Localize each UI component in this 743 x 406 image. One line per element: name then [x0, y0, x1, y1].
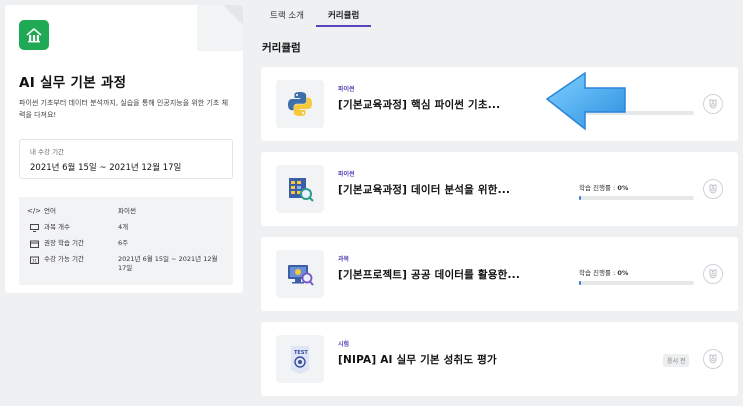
course-progress: 학습 진행률 : 0%: [579, 182, 694, 200]
progress-label: 학습 진행률 : 0%: [579, 184, 629, 192]
course-card[interactable]: TEST 시험 [NIPA] AI 실무 기본 성취도 평가 응시 전: [261, 322, 738, 396]
monitor-icon: [29, 223, 39, 232]
meta-row-recommended-period: 권장 학습 기간 6주: [29, 239, 223, 248]
calendar-week-icon: [29, 239, 39, 248]
course-category: 파이썬: [338, 171, 355, 178]
period-value: 2021년 6월 15일 ~ 2021년 12월 17일: [30, 163, 182, 173]
course-category: 과목: [338, 256, 350, 263]
course-description: 파이썬 기초부터 데이터 분석까지, 실습을 통해 인공지능을 위한 기초 체력…: [19, 99, 229, 119]
course-title[interactable]: [기본교육과정] 데이터 분석을 위한...: [338, 182, 510, 197]
course-card[interactable]: 파이썬 [기본교육과정] 핵심 파이썬 기초...: [261, 67, 738, 141]
svg-text:31: 31: [32, 258, 38, 263]
course-progress: 학습 진행률 : 0%: [579, 267, 694, 285]
medal-badge-icon: [703, 349, 723, 369]
progress-label: 학습 진행률 : 0%: [579, 269, 629, 277]
tab-track-intro[interactable]: 트랙 소개: [258, 0, 316, 27]
progress-bar: [579, 196, 694, 200]
section-title: 커리큘럼: [262, 42, 301, 54]
calendar-icon: 31: [29, 255, 39, 264]
medal-badge-icon: [703, 94, 723, 114]
period-label: 내 수강 기간: [30, 148, 65, 156]
arrow-left-icon: [545, 71, 626, 131]
test-badge-icon: TEST: [276, 335, 324, 383]
progress-fill: [579, 196, 581, 200]
svg-text:TEST: TEST: [294, 350, 308, 356]
meta-row-available-period: 31 수강 가능 기간 2021년 6월 15일 ~ 2021년 12월 17일: [29, 255, 223, 273]
course-title[interactable]: [NIPA] AI 실무 기본 성취도 평가: [338, 352, 497, 367]
progress-fill: [579, 281, 581, 285]
monitor-search-icon: [276, 250, 324, 298]
medal-badge-icon: [703, 179, 723, 199]
course-logo-icon: [19, 20, 49, 50]
enrollment-period: 내 수강 기간 2021년 6월 15일 ~ 2021년 12월 17일: [19, 139, 233, 179]
exam-status-tag: 응시 전: [663, 354, 690, 367]
course-meta: </> 언어 파이썬 과목 개수 4개 권장 학습 기간 6주 31 수강 가능…: [19, 197, 233, 285]
tab-curriculum[interactable]: 커리큘럼: [315, 0, 372, 27]
course-info-card: AI 실무 기본 과정 파이썬 기초부터 데이터 분석까지, 실습을 통해 인공…: [5, 5, 243, 293]
course-category: 파이썬: [338, 86, 355, 93]
course-title[interactable]: [기본교육과정] 핵심 파이썬 기초...: [338, 97, 500, 112]
course-card[interactable]: 과목 [기본프로젝트] 공공 데이터를 활용한... 학습 진행률 : 0%: [261, 237, 738, 311]
python-logo-icon: [276, 80, 324, 128]
course-category: 시험: [338, 341, 350, 348]
meta-row-language: </> 언어 파이썬: [26, 207, 136, 215]
meta-row-subject-count: 과목 개수 4개: [29, 223, 223, 232]
progress-bar: [579, 281, 694, 285]
corner-decoration: [197, 5, 243, 51]
data-analysis-icon: [276, 165, 324, 213]
course-card[interactable]: 파이썬 [기본교육과정] 데이터 분석을 위한... 학습 진행률 : 0%: [261, 152, 738, 226]
track-tabs: 트랙 소개 커리큘럼: [258, 0, 372, 27]
course-title: AI 실무 기본 과정: [19, 75, 127, 91]
medal-badge-icon: [703, 264, 723, 284]
code-icon: </>: [26, 207, 42, 215]
course-title[interactable]: [기본프로젝트] 공공 데이터를 활용한...: [338, 267, 520, 282]
